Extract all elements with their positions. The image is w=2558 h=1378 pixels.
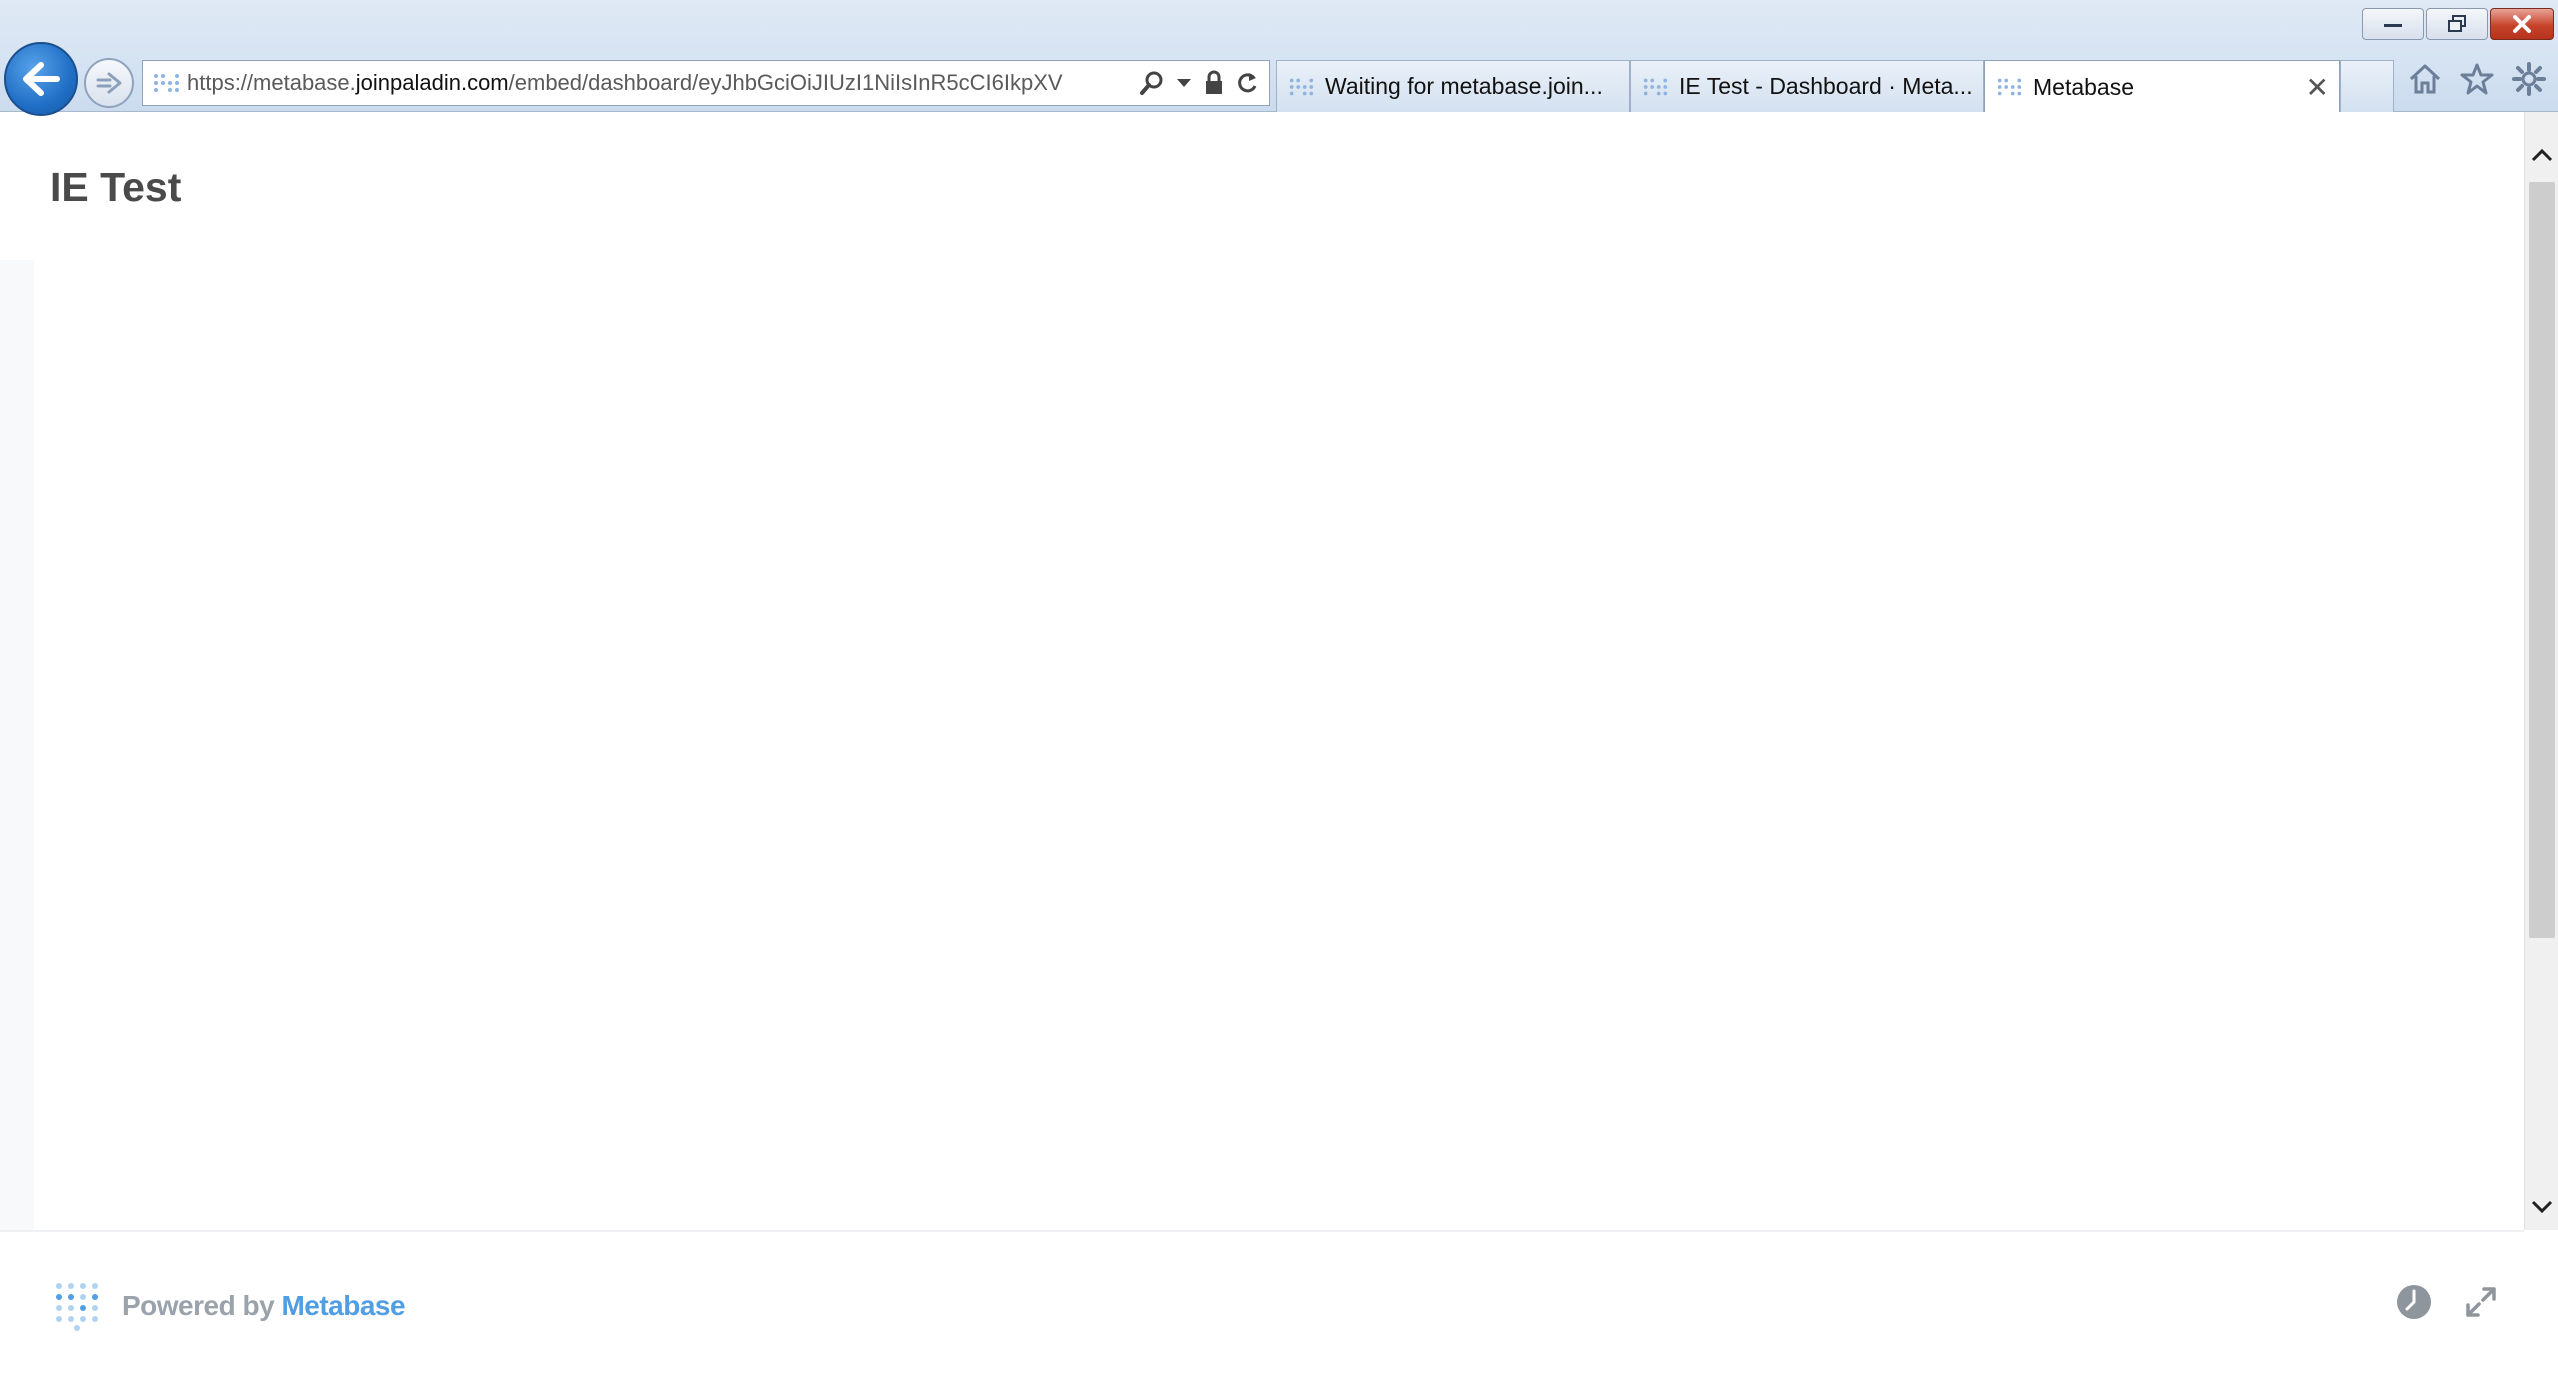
arrow-left-icon [23, 62, 60, 96]
tab-ie-test-dashboard[interactable]: IE Test - Dashboard · Meta... [1630, 60, 1984, 112]
dashboard-left-rail [0, 260, 34, 1230]
url-domain: joinpaladin.com [355, 70, 509, 95]
tab-close-button[interactable]: ✕ [2296, 71, 2329, 104]
dashboard-title: IE Test [50, 164, 182, 210]
url-prefix: https://metabase. [187, 70, 356, 95]
refresh-icon[interactable] [1235, 70, 1259, 96]
tab-label: Waiting for metabase.join... [1325, 73, 1603, 99]
embed-footer: Powered by Metabase [0, 1230, 2524, 1378]
search-icon[interactable] [1139, 70, 1165, 96]
metabase-logo-icon [56, 1283, 98, 1331]
embedded-dashboard-page: IE Test Powered by Metabase [0, 112, 2524, 1378]
tab-metabase[interactable]: Metabase ✕ [1984, 60, 2340, 113]
metabase-favicon-icon [1289, 78, 1314, 95]
chevron-down-icon[interactable] [1175, 76, 1193, 90]
close-icon [2513, 15, 2531, 33]
window-controls [2362, 8, 2554, 40]
browser-toolbar-right [2408, 62, 2546, 96]
tab-label: Metabase [2033, 73, 2135, 100]
vertical-scrollbar[interactable] [2524, 112, 2558, 1230]
powered-by-metabase[interactable]: Powered by Metabase [54, 1280, 406, 1332]
metabase-favicon-icon [154, 74, 179, 92]
scroll-up-button[interactable] [2525, 132, 2558, 178]
url-text[interactable]: https://metabase.joinpaladin.com/embed/d… [187, 70, 1129, 96]
new-tab-button[interactable] [2340, 60, 2394, 112]
tab-label: IE Test - Dashboard · Meta... [1679, 73, 1973, 99]
metabase-favicon-icon [1997, 78, 2022, 96]
favorites-star-icon[interactable] [2460, 63, 2494, 95]
forward-button[interactable] [84, 58, 134, 108]
chevron-down-icon [2531, 1200, 2553, 1214]
minimize-button[interactable] [2362, 8, 2424, 40]
fullscreen-expand-icon[interactable] [2464, 1285, 2498, 1319]
arrow-right-icon [96, 72, 122, 94]
chevron-up-icon [2531, 148, 2553, 162]
address-tools [1129, 70, 1269, 96]
tab-waiting[interactable]: Waiting for metabase.join... [1276, 60, 1630, 112]
tab-strip: Waiting for metabase.join... IE Test - D… [1276, 60, 2394, 113]
restore-button[interactable] [2426, 8, 2488, 40]
browser-chrome: https://metabase.joinpaladin.com/embed/d… [0, 0, 2558, 116]
gear-icon[interactable] [2512, 62, 2546, 96]
back-button[interactable] [4, 42, 78, 116]
powered-by-text: Powered by Metabase [122, 1290, 406, 1322]
address-bar[interactable]: https://metabase.joinpaladin.com/embed/d… [142, 60, 1270, 106]
url-path: /embed/dashboard/eyJhbGciOiJIUzI1NiIsInR… [508, 70, 1063, 95]
scroll-down-button[interactable] [2525, 1184, 2558, 1230]
dashboard-grid [34, 260, 2524, 1230]
lock-icon[interactable] [1203, 70, 1225, 96]
metabase-favicon-icon [1643, 78, 1668, 95]
powered-by-label: Powered by [122, 1290, 275, 1321]
scroll-thumb[interactable] [2529, 182, 2555, 938]
home-icon[interactable] [2408, 63, 2442, 95]
restore-icon [2448, 15, 2466, 32]
minimize-icon [2384, 24, 2402, 27]
metabase-brand-link[interactable]: Metabase [281, 1290, 405, 1321]
close-window-button[interactable] [2490, 8, 2554, 40]
footer-tools [2396, 1284, 2498, 1320]
clock-icon[interactable] [2396, 1284, 2432, 1320]
